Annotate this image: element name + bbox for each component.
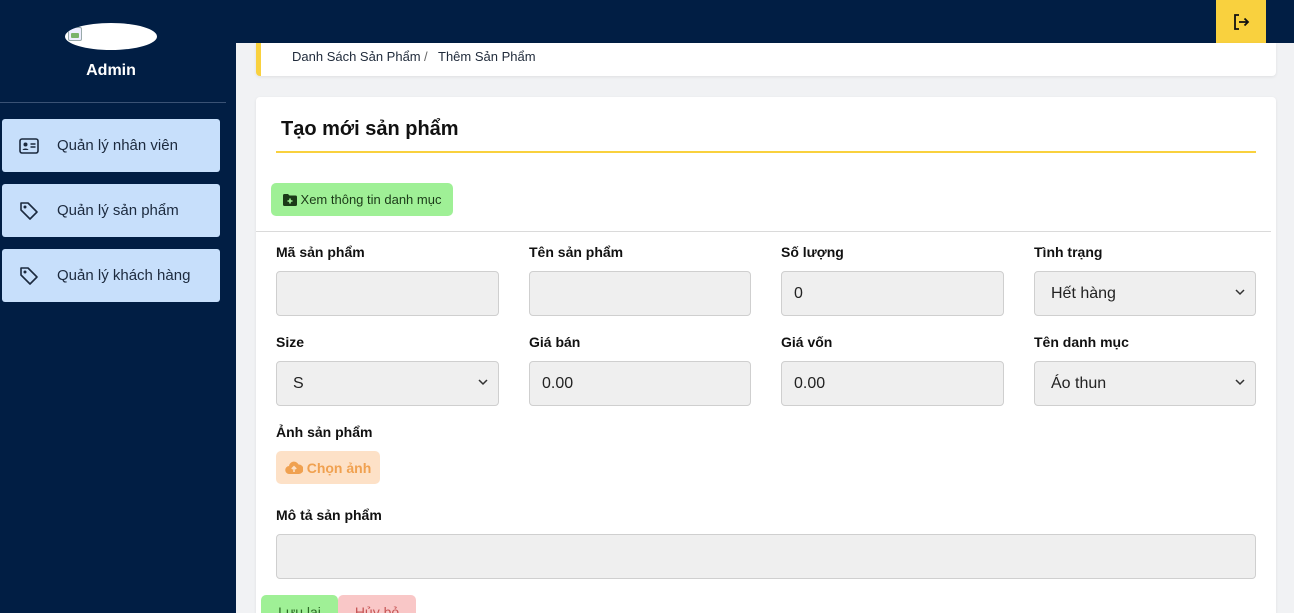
cost-label: Giá vốn [781,334,833,350]
sidebar-divider [0,102,226,103]
breadcrumb: Danh Sách Sản Phẩm / Thêm Sản Phẩm [256,43,1276,76]
sidebar-item-label: Quản lý nhân viên [57,137,178,154]
save-button[interactable]: Lưu lại [261,595,338,613]
status-select[interactable]: Hết hàng [1034,271,1256,316]
tag-icon [19,201,39,221]
description-label: Mô tả sản phẩm [276,507,382,523]
quantity-label: Số lượng [781,244,844,260]
logout-button[interactable] [1216,0,1266,43]
price-label: Giá bán [529,334,581,350]
image-label: Ảnh sản phẩm [276,424,373,440]
sidebar-item-customers[interactable]: Quản lý khách hàng [2,249,220,302]
choose-image-label: Chọn ảnh [306,459,372,476]
product-code-input[interactable] [276,271,499,316]
title-underline [276,151,1256,153]
breadcrumb-separator: / [424,49,428,64]
cloud-upload-icon [284,461,303,474]
cancel-button[interactable]: Hủy bỏ [338,595,416,613]
broken-image-icon [68,27,82,41]
quantity-input[interactable] [781,271,1004,316]
description-input[interactable] [276,534,1256,579]
page-title: Tạo mới sản phẩm [281,118,459,140]
chevron-down-icon [1235,379,1245,386]
view-category-label: Xem thông tin danh mục [300,192,442,207]
choose-image-button[interactable]: Chọn ảnh [276,451,380,484]
status-label: Tình trạng [1034,244,1103,260]
product-code-label: Mã sản phẩm [276,244,365,260]
breadcrumb-item-add-product: Thêm Sản Phẩm [438,49,536,64]
sidebar-item-employees[interactable]: Quản lý nhân viên [2,119,220,172]
logout-icon [1234,13,1250,30]
product-form-card: Tạo mới sản phẩm Xem thông tin danh mục … [256,97,1276,613]
tag-icon [19,266,39,286]
cost-input[interactable] [781,361,1004,406]
sidebar: Admin Quản lý nhân viên Quản lý sản phẩm… [0,0,236,613]
sidebar-item-label: Quản lý sản phẩm [57,202,179,219]
admin-name: Admin [86,62,136,79]
size-label: Size [276,334,305,350]
price-input[interactable] [529,361,751,406]
category-label: Tên danh mục [1034,334,1129,350]
sidebar-item-products[interactable]: Quản lý sản phẩm [2,184,220,237]
avatar [65,23,157,50]
product-name-input[interactable] [529,271,751,316]
divider [256,231,1271,232]
status-selected-value: Hết hàng [1051,284,1116,302]
category-select[interactable]: Áo thun [1034,361,1256,406]
chevron-down-icon [478,379,488,386]
size-select[interactable]: S [276,361,499,406]
size-selected-value: S [293,374,304,392]
sidebar-item-label: Quản lý khách hàng [57,267,191,284]
breadcrumb-item-product-list[interactable]: Danh Sách Sản Phẩm [292,49,421,64]
category-selected-value: Áo thun [1051,374,1107,392]
product-name-label: Tên sản phẩm [529,244,624,260]
view-category-button[interactable]: Xem thông tin danh mục [271,183,453,216]
chevron-down-icon [1235,289,1245,296]
folder-plus-icon [282,193,297,206]
id-card-icon [19,136,39,156]
